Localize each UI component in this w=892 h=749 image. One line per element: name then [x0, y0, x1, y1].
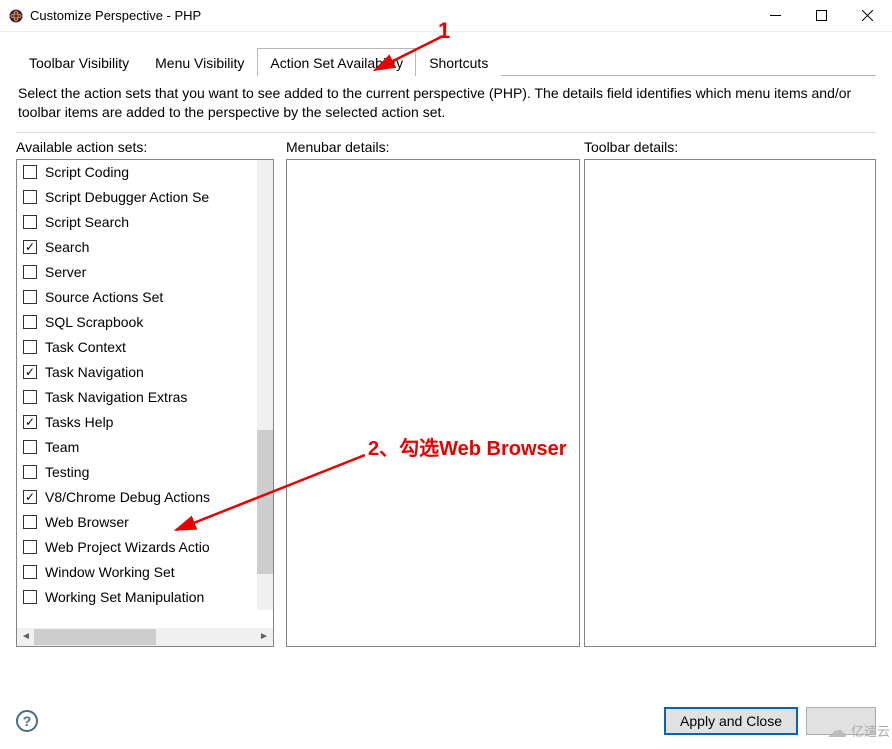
list-item[interactable]: Source Actions Set — [17, 285, 261, 310]
list-item[interactable]: Window Working Set — [17, 560, 261, 585]
list-item-label: Web Project Wizards Actio — [45, 539, 210, 555]
minimize-button[interactable] — [752, 1, 798, 31]
list-item[interactable]: Web Browser — [17, 510, 261, 535]
list-item[interactable]: Tasks Help — [17, 410, 261, 435]
apply-and-close-button[interactable]: Apply and Close — [664, 707, 798, 735]
list-item-label: Task Navigation Extras — [45, 389, 187, 405]
checkbox[interactable] — [23, 290, 37, 304]
checkbox[interactable] — [23, 465, 37, 479]
list-item[interactable]: V8/Chrome Debug Actions — [17, 485, 261, 510]
list-item-label: Task Context — [45, 339, 126, 355]
list-item[interactable]: Testing — [17, 460, 261, 485]
checkbox[interactable] — [23, 440, 37, 454]
available-action-sets-label: Available action sets: — [16, 139, 274, 155]
checkbox[interactable] — [23, 490, 37, 504]
list-item[interactable]: Script Debugger Action Se — [17, 185, 261, 210]
list-item-label: Window Working Set — [45, 564, 175, 580]
eclipse-icon — [8, 8, 24, 24]
scroll-right-icon[interactable]: ► — [256, 629, 272, 645]
list-item[interactable]: Task Context — [17, 335, 261, 360]
list-item[interactable]: Script Search — [17, 210, 261, 235]
checkbox[interactable] — [23, 515, 37, 529]
scroll-left-icon[interactable]: ◄ — [18, 629, 34, 645]
tab-menu-visibility[interactable]: Menu Visibility — [142, 48, 257, 76]
checkbox[interactable] — [23, 315, 37, 329]
help-icon[interactable]: ? — [16, 710, 38, 732]
menubar-details-list[interactable] — [286, 159, 580, 647]
vertical-scrollbar[interactable] — [257, 160, 273, 610]
list-item-label: Source Actions Set — [45, 289, 163, 305]
horizontal-scrollbar[interactable]: ◄ ► — [17, 628, 273, 646]
list-item[interactable]: Search — [17, 235, 261, 260]
checkbox[interactable] — [23, 415, 37, 429]
toolbar-details-label: Toolbar details: — [584, 139, 876, 155]
checkbox[interactable] — [23, 390, 37, 404]
cloud-icon: ☁ — [827, 718, 847, 743]
checkbox[interactable] — [23, 340, 37, 354]
tab-bar: Toolbar Visibility Menu Visibility Actio… — [16, 48, 876, 76]
available-action-sets-list[interactable]: Script Coding Script Debugger Action Se Sc… — [16, 159, 274, 647]
checkbox[interactable] — [23, 190, 37, 204]
checkbox[interactable] — [23, 240, 37, 254]
tab-action-set-availability[interactable]: Action Set Availability — [257, 48, 416, 76]
list-item-label: Search — [45, 239, 89, 255]
dialog-body: Toolbar Visibility Menu Visibility Actio… — [0, 32, 892, 647]
menubar-details-label: Menubar details: — [286, 139, 580, 155]
list-item-label: Working Set Manipulation — [45, 589, 204, 605]
list-item[interactable]: Task Navigation — [17, 360, 261, 385]
checkbox[interactable] — [23, 565, 37, 579]
bottom-bar: ? Apply and Close — [0, 693, 892, 749]
list-item-label: Script Debugger Action Se — [45, 189, 209, 205]
checkbox[interactable] — [23, 540, 37, 554]
tab-toolbar-visibility[interactable]: Toolbar Visibility — [16, 48, 142, 76]
list-item[interactable]: Script Coding — [17, 160, 261, 185]
list-item[interactable]: Web Project Wizards Actio — [17, 535, 261, 560]
list-item[interactable]: SQL Scrapbook — [17, 310, 261, 335]
list-item[interactable]: Working Set Manipulation — [17, 585, 261, 610]
list-item-label: Tasks Help — [45, 414, 113, 430]
list-item[interactable]: Team — [17, 435, 261, 460]
tab-description: Select the action sets that you want to … — [16, 76, 876, 133]
list-item-label: SQL Scrapbook — [45, 314, 143, 330]
window-title: Customize Perspective - PHP — [30, 8, 201, 23]
tab-shortcuts[interactable]: Shortcuts — [416, 48, 501, 76]
maximize-button[interactable] — [798, 1, 844, 31]
titlebar: Customize Perspective - PHP — [0, 0, 892, 32]
checkbox[interactable] — [23, 365, 37, 379]
checkbox[interactable] — [23, 265, 37, 279]
list-item-label: Server — [45, 264, 86, 280]
list-item[interactable]: Server — [17, 260, 261, 285]
list-item-label: Team — [45, 439, 79, 455]
list-item-label: Script Search — [45, 214, 129, 230]
list-item[interactable]: Task Navigation Extras — [17, 385, 261, 410]
list-item-label: Web Browser — [45, 514, 129, 530]
checkbox[interactable] — [23, 215, 37, 229]
list-item-label: Script Coding — [45, 164, 129, 180]
watermark: ☁ 亿速云 — [827, 718, 890, 743]
list-item-label: Task Navigation — [45, 364, 144, 380]
checkbox[interactable] — [23, 590, 37, 604]
close-button[interactable] — [844, 1, 890, 31]
watermark-text: 亿速云 — [851, 721, 890, 740]
list-item-label: V8/Chrome Debug Actions — [45, 489, 210, 505]
columns: Available action sets: Script CodingScri… — [16, 139, 876, 647]
checkbox[interactable] — [23, 165, 37, 179]
toolbar-details-list[interactable] — [584, 159, 876, 647]
list-item-label: Testing — [45, 464, 89, 480]
